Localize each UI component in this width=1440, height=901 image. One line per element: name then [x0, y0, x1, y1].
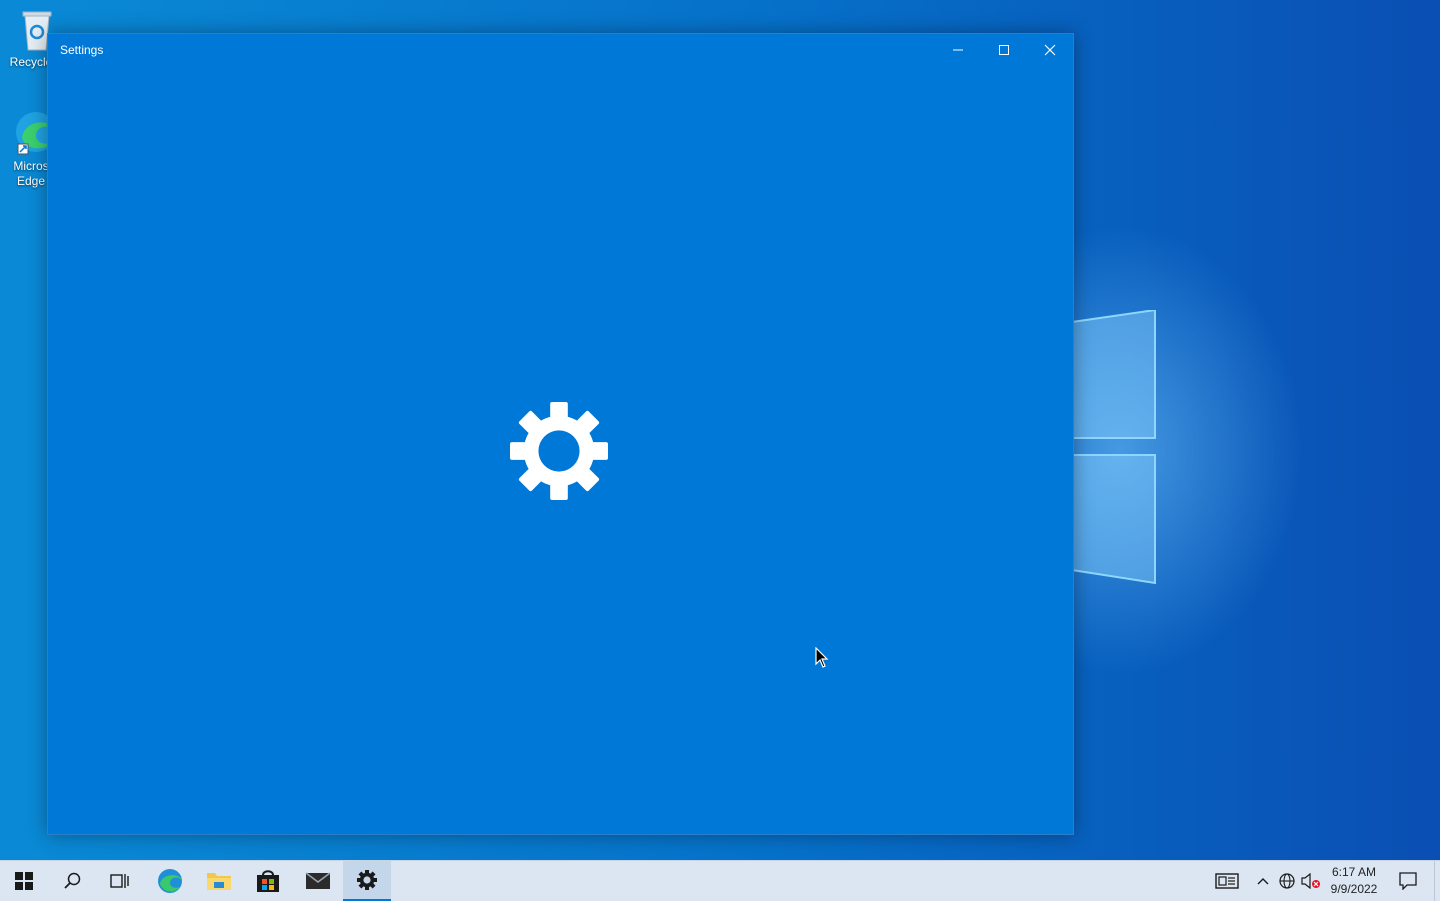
taskbar-settings[interactable]	[343, 861, 391, 901]
globe-icon	[1279, 873, 1295, 889]
minimize-button[interactable]	[935, 34, 981, 66]
tray-news-button[interactable]	[1212, 861, 1242, 901]
start-button[interactable]	[0, 861, 48, 901]
tray-volume-button[interactable]	[1300, 861, 1322, 901]
taskbar-mail[interactable]	[294, 861, 342, 901]
maximize-icon	[999, 45, 1009, 55]
taskbar-store[interactable]	[244, 861, 292, 901]
taskbar-file-explorer[interactable]	[195, 861, 243, 901]
notification-icon	[1399, 872, 1417, 890]
taskbar-edge[interactable]	[146, 861, 194, 901]
task-view-icon	[110, 874, 129, 888]
tray-network-button[interactable]	[1277, 861, 1297, 901]
settings-window: Settings	[47, 33, 1074, 835]
mouse-cursor-icon	[815, 647, 829, 668]
task-view-button[interactable]	[96, 861, 144, 901]
window-titlebar[interactable]: Settings	[48, 34, 1073, 66]
action-center-button[interactable]	[1394, 861, 1422, 901]
gear-icon	[357, 870, 377, 890]
desktop: Recycle Micros Edge Settings	[0, 0, 1440, 860]
minimize-icon	[953, 49, 963, 51]
close-icon	[1044, 44, 1056, 56]
clock-date: 9/9/2022	[1330, 882, 1378, 896]
volume-muted-icon	[1301, 873, 1320, 889]
gear-icon	[510, 402, 608, 500]
tray-overflow-button[interactable]	[1254, 861, 1272, 901]
mail-icon	[305, 872, 331, 889]
close-button[interactable]	[1027, 34, 1073, 66]
folder-icon	[207, 873, 231, 890]
news-icon	[1215, 873, 1239, 889]
taskbar-clock[interactable]: 6:17 AM 9/9/2022	[1326, 864, 1382, 898]
edge-icon	[158, 869, 182, 893]
search-icon	[64, 872, 81, 889]
chevron-up-icon	[1257, 878, 1269, 885]
search-button[interactable]	[48, 861, 96, 901]
window-title: Settings	[60, 43, 104, 57]
maximize-button[interactable]	[981, 34, 1027, 66]
show-desktop-button[interactable]	[1434, 861, 1440, 901]
store-icon	[257, 870, 279, 892]
taskbar: 6:17 AM 9/9/2022	[0, 860, 1440, 901]
clock-time: 6:17 AM	[1331, 865, 1377, 879]
windows-start-icon	[15, 872, 33, 890]
